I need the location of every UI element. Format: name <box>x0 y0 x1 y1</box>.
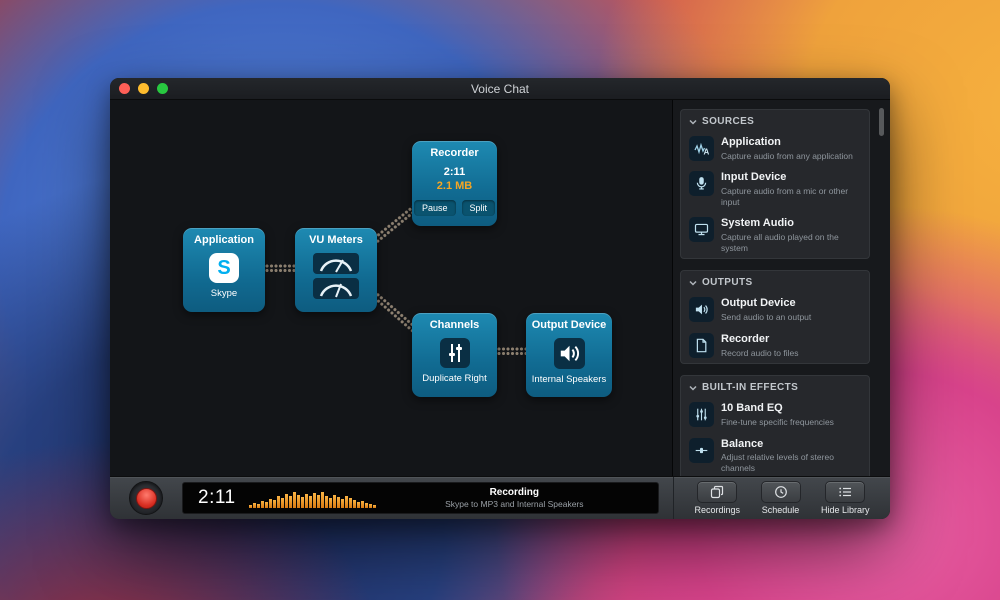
voice-chat-window: Voice Chat Application S Skype VU Meters <box>110 78 890 519</box>
item-title: Balance <box>721 438 861 452</box>
sidebar-item-input-device[interactable]: Input Device Capture audio from a mic or… <box>681 166 869 212</box>
item-title: System Audio <box>721 217 861 231</box>
transport-bar: 2:11 Recording Skype to MP3 and Internal… <box>110 476 890 519</box>
outputs-section-header[interactable]: OUTPUTS <box>681 271 869 292</box>
button-label: Schedule <box>762 505 800 515</box>
item-description: Send audio to an output <box>721 312 811 323</box>
vu-meters-block[interactable]: VU Meters <box>295 228 377 312</box>
recorder-time: 2:11 <box>444 166 465 178</box>
clock-icon <box>761 481 801 503</box>
zoom-button[interactable] <box>157 83 168 94</box>
traffic-lights <box>119 78 168 99</box>
file-icon <box>689 333 714 358</box>
microphone-icon <box>689 171 714 196</box>
display-icon <box>689 217 714 242</box>
button-label: Recordings <box>694 505 740 515</box>
item-description: Capture audio from any application <box>721 151 853 162</box>
vu-gauge-icons <box>313 253 359 299</box>
hide-library-button[interactable]: Hide Library <box>821 481 870 515</box>
chevron-down-icon <box>689 118 697 126</box>
output-device-name: Internal Speakers <box>532 374 606 385</box>
window-title: Voice Chat <box>110 82 890 96</box>
gauge-icon <box>313 253 359 274</box>
chevron-down-icon <box>689 384 697 392</box>
item-description: Capture audio from a mic or other input <box>721 186 861 207</box>
recordings-icon <box>697 481 737 503</box>
recorder-file-size: 2.1 MB <box>437 180 472 192</box>
equalizer-icon <box>689 402 714 427</box>
channels-mode: Duplicate Right <box>422 373 486 384</box>
speaker-icon <box>554 338 585 369</box>
channels-sliders-icon <box>440 338 470 368</box>
item-description: Capture all audio played on the system <box>721 232 861 253</box>
connection-channels-output <box>497 347 526 356</box>
section-label: BUILT-IN EFFECTS <box>702 382 798 393</box>
sidebar-item-10-band-eq[interactable]: 10 Band EQ Fine-tune specific frequencie… <box>681 397 869 432</box>
block-title: Output Device <box>532 319 607 331</box>
sidebar-item-system-audio[interactable]: System Audio Capture all audio played on… <box>681 212 869 258</box>
section-label: SOURCES <box>702 116 754 127</box>
svg-text:A: A <box>704 148 710 157</box>
item-description: Fine-tune specific frequencies <box>721 417 834 428</box>
connection-application-vumeters <box>265 264 295 273</box>
chevron-down-icon <box>689 279 697 287</box>
split-button[interactable]: Split <box>462 200 496 216</box>
item-title: 10 Band EQ <box>721 402 834 416</box>
list-icon <box>825 481 865 503</box>
output-device-block[interactable]: Output Device Internal Speakers <box>526 313 612 397</box>
recorder-block[interactable]: Recorder 2:11 2.1 MB Pause Split <box>412 141 497 226</box>
item-description: Adjust relative levels of stereo channel… <box>721 452 861 473</box>
sidebar-item-application[interactable]: A Application Capture audio from any app… <box>681 131 869 166</box>
record-button[interactable] <box>129 481 163 515</box>
effects-section-header[interactable]: BUILT-IN EFFECTS <box>681 376 869 397</box>
schedule-button[interactable]: Schedule <box>761 481 801 515</box>
sources-section-header[interactable]: SOURCES <box>681 110 869 131</box>
vu-bars <box>249 488 391 508</box>
block-title: VU Meters <box>309 234 363 246</box>
application-block[interactable]: Application S Skype <box>183 228 265 312</box>
sidebar-scrollbar[interactable] <box>879 108 884 136</box>
recordings-button[interactable]: Recordings <box>694 481 740 515</box>
pipeline-canvas[interactable]: Application S Skype VU Meters <box>110 100 672 476</box>
skype-letter: S <box>217 258 230 278</box>
close-button[interactable] <box>119 83 130 94</box>
bottom-toolbar: Recordings Schedule <box>673 477 890 519</box>
gauge-icon <box>313 278 359 299</box>
application-name: Skype <box>211 288 237 299</box>
elapsed-time: 2:11 <box>183 487 249 509</box>
sidebar-section-outputs: OUTPUTS Output Device Send aud <box>680 270 870 364</box>
record-button-dot <box>136 488 157 509</box>
skype-icon: S <box>209 253 239 283</box>
item-title: Application <box>721 136 853 150</box>
block-title: Recorder <box>430 147 478 159</box>
status-display: 2:11 Recording Skype to MP3 and Internal… <box>182 482 659 514</box>
sidebar-item-balance[interactable]: Balance Adjust relative levels of stereo… <box>681 433 869 477</box>
channels-block[interactable]: Channels Duplicate Right <box>412 313 497 397</box>
screen: Voice Chat Application S Skype VU Meters <box>0 0 1000 600</box>
pause-button[interactable]: Pause <box>414 200 456 216</box>
application-source-icon: A <box>689 136 714 161</box>
item-title: Recorder <box>721 333 799 347</box>
library-sidebar: SOURCES A Application Capture audio from… <box>672 100 890 476</box>
sidebar-item-recorder[interactable]: Recorder Record audio to files <box>681 328 869 363</box>
item-title: Output Device <box>721 297 811 311</box>
block-title: Application <box>194 234 254 246</box>
status-subtitle: Skype to MP3 and Internal Speakers <box>391 499 638 510</box>
block-title: Channels <box>430 319 480 331</box>
button-label: Hide Library <box>821 505 870 515</box>
sidebar-item-output-device[interactable]: Output Device Send audio to an output <box>681 292 869 327</box>
speaker-icon <box>689 297 714 322</box>
minimize-button[interactable] <box>138 83 149 94</box>
title-bar[interactable]: Voice Chat <box>110 78 890 100</box>
status-title: Recording <box>391 486 638 499</box>
item-description: Record audio to files <box>721 348 799 359</box>
balance-slider-icon <box>689 438 714 463</box>
section-label: OUTPUTS <box>702 277 753 288</box>
sidebar-section-built-in-effects: BUILT-IN EFFECTS <box>680 375 870 476</box>
item-title: Input Device <box>721 171 861 185</box>
sidebar-section-sources: SOURCES A Application Capture audio from… <box>680 109 870 259</box>
